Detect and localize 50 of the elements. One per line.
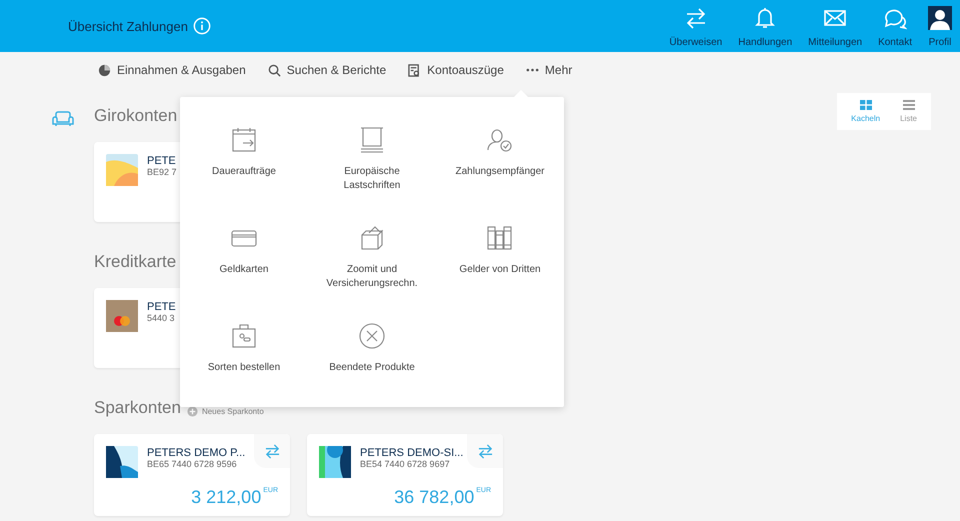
account-logo <box>106 154 138 186</box>
list-icon <box>902 100 915 110</box>
account-number: BE65 7440 6728 9596 <box>147 459 238 469</box>
account-logo <box>106 446 138 478</box>
account-logo <box>319 446 351 478</box>
menu-item[interactable]: Geldkarten <box>188 223 300 276</box>
account-name: PETE <box>147 301 176 313</box>
header-action[interactable]: Kontakt <box>870 0 920 52</box>
account-number: BE92 7 <box>147 167 177 177</box>
menu-item[interactable]: Sorten bestellen <box>188 321 300 374</box>
menu-item[interactable]: Europäische Lastschriften <box>316 125 428 192</box>
pie-chart-icon <box>98 64 111 76</box>
nav-tab[interactable]: Mehr <box>520 59 578 81</box>
menu-item[interactable]: Daueraufträge <box>188 125 300 178</box>
info-icon[interactable] <box>192 17 211 35</box>
header-action[interactable]: Handlungen <box>730 0 800 52</box>
account-balance: 36 782,00 <box>394 487 474 508</box>
sofa-icon <box>52 110 74 128</box>
more-icon <box>526 68 539 72</box>
transfer-button[interactable] <box>467 434 503 468</box>
account-number: BE54 7440 6728 9697 <box>360 459 451 469</box>
transfer-icon <box>476 444 494 458</box>
nav-tab[interactable]: Einnahmen & Ausgaben <box>92 59 252 81</box>
search-icon <box>268 64 281 76</box>
close-icon <box>357 321 387 351</box>
menu-item[interactable]: Beendete Produkte <box>316 321 428 374</box>
account-balance: 3 212,00 <box>191 487 262 508</box>
grid-icon <box>860 100 872 110</box>
section-heading: Girokonten <box>94 106 178 126</box>
menu-item[interactable]: Zahlungsempfänger <box>444 125 556 178</box>
account-name: PETERS DEMO P... <box>147 447 246 459</box>
menu-item[interactable]: Gelder von Dritten <box>444 223 556 276</box>
transfer-icon <box>264 444 280 458</box>
menu-item[interactable]: Zoomit und Versicherungsrechn. <box>316 223 428 290</box>
header-action[interactable]: Profil <box>920 0 960 52</box>
account-name: PETERS DEMO-SI... <box>360 447 464 459</box>
section-heading: Kreditkarte <box>94 252 176 272</box>
bell-icon <box>753 6 778 30</box>
avatar-icon <box>928 6 952 30</box>
header-action[interactable]: Mitteilungen <box>800 0 870 52</box>
account-number: 5440 3 <box>147 313 176 323</box>
page-title: Übersicht Zahlungen <box>68 18 188 34</box>
header-action[interactable]: Überweisen <box>661 0 730 52</box>
statement-icon <box>408 64 422 76</box>
transfer-button[interactable] <box>254 434 290 468</box>
card-logo <box>106 300 138 332</box>
nav-tab[interactable]: Suchen & Berichte <box>262 59 392 81</box>
section-heading: Sparkonten <box>94 398 181 418</box>
account-name: PETE <box>147 155 177 167</box>
nav-tab[interactable]: Kontoauszüge <box>402 59 510 81</box>
